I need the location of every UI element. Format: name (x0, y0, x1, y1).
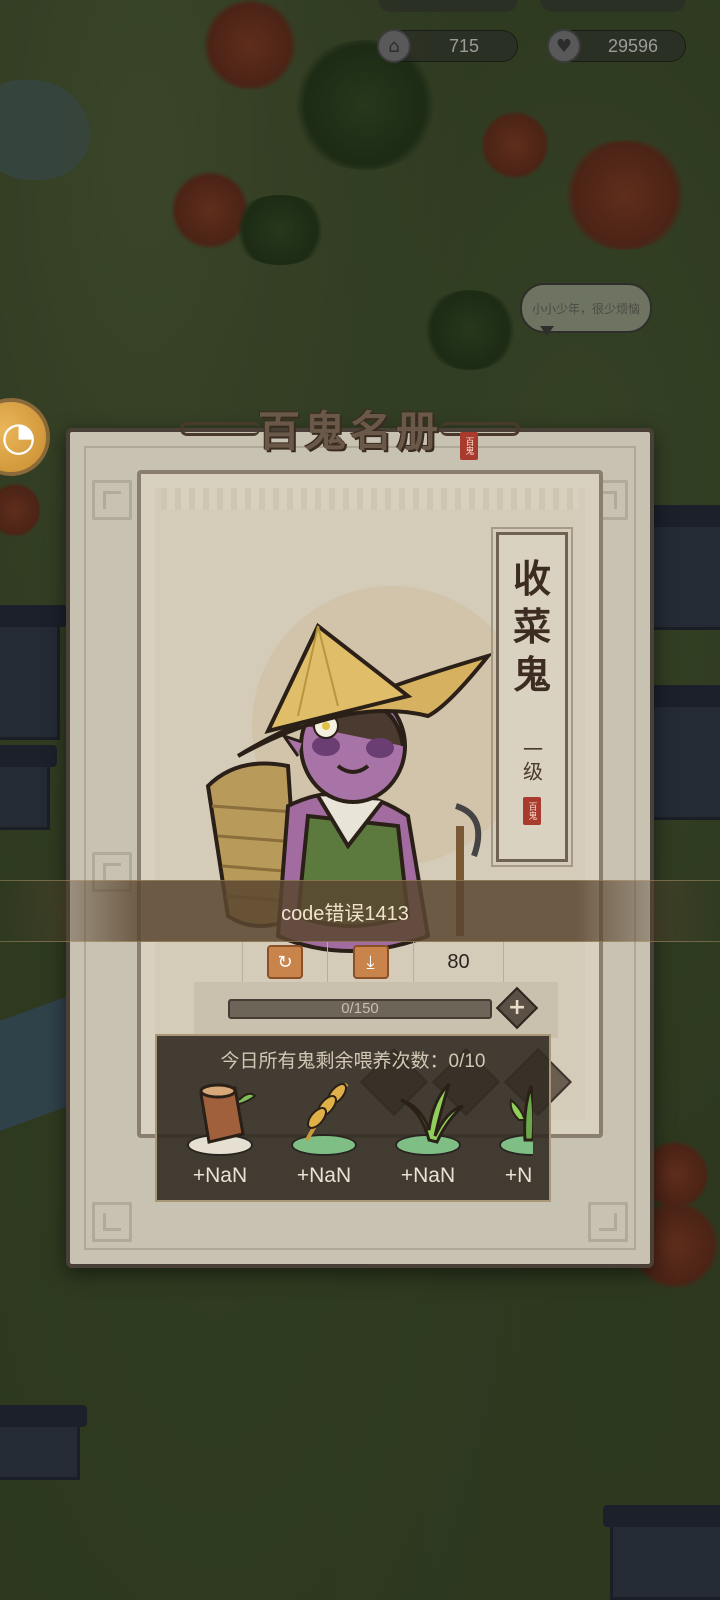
grass-icon (400, 1082, 464, 1144)
feed-items: +NaN +NaN +NaN +NaN (177, 1080, 533, 1196)
hud-top-pill-right (540, 0, 686, 12)
sprout-icon (509, 1085, 533, 1142)
side-menu-icon: ◔ (1, 414, 36, 460)
wheat-icon (305, 1082, 349, 1141)
character-name-char: 鬼 (512, 652, 551, 697)
feed-title: 今日所有鬼剩余喂养次数：0/10 (220, 1051, 486, 1072)
feed-value: +NaN (504, 1164, 533, 1187)
title-seal: 百鬼 (460, 432, 478, 460)
building-value: 715 (448, 35, 480, 56)
feed-popup: 今日所有鬼剩余喂养次数：0/10 +NaN +NaN +NaN +N (155, 1034, 551, 1202)
building-counter[interactable]: ⌂ 715 (377, 29, 518, 63)
corner-ornament (92, 480, 132, 520)
character-name-plaque: 收 菜 鬼 一级 百鬼 (491, 527, 573, 867)
plus-icon: + (507, 995, 527, 1020)
corner-ornament (588, 1202, 628, 1242)
refresh-icon[interactable]: ↻ (267, 945, 303, 979)
stat-cell: ↻ (242, 942, 328, 982)
corner-ornament (92, 1202, 132, 1242)
feed-value: +NaN (296, 1164, 352, 1187)
feed-item[interactable]: +NaN (281, 1080, 385, 1196)
character-name-char: 收 (512, 556, 551, 601)
feed-item[interactable]: +NaN (385, 1080, 489, 1196)
speech-bubble: 小小少年，很少烦恼 (520, 283, 652, 336)
hud-top-pill-left (378, 0, 518, 12)
download-icon[interactable]: ⤓ (352, 945, 389, 979)
feed-value: +NaN (400, 1164, 456, 1187)
heart-value: 29596 (607, 35, 659, 56)
character-level: 一级 (519, 739, 544, 783)
plaque-seal: 百鬼 (523, 797, 541, 825)
heart-icon: ♥ (547, 29, 581, 63)
wood-stump-icon (199, 1083, 257, 1144)
heart-counter[interactable]: ♥ 29596 (547, 29, 686, 63)
stat-value: 80 (447, 950, 470, 973)
character-name-char: 菜 (512, 604, 551, 649)
stat-row: ↻ ⤓ 80 (242, 942, 504, 982)
stat-cell: ⤓ (328, 942, 414, 982)
feed-item[interactable]: +NaN (489, 1080, 533, 1196)
feed-item[interactable]: +NaN (177, 1080, 281, 1196)
feed-value: +NaN (192, 1164, 248, 1187)
building-icon: ⌂ (377, 29, 411, 63)
error-toast: code错误1413 (0, 880, 720, 942)
panel-title: 百鬼名册 (257, 406, 442, 456)
exp-progress-text: 0/150 (341, 1000, 379, 1017)
stat-cell: 80 (414, 942, 504, 982)
